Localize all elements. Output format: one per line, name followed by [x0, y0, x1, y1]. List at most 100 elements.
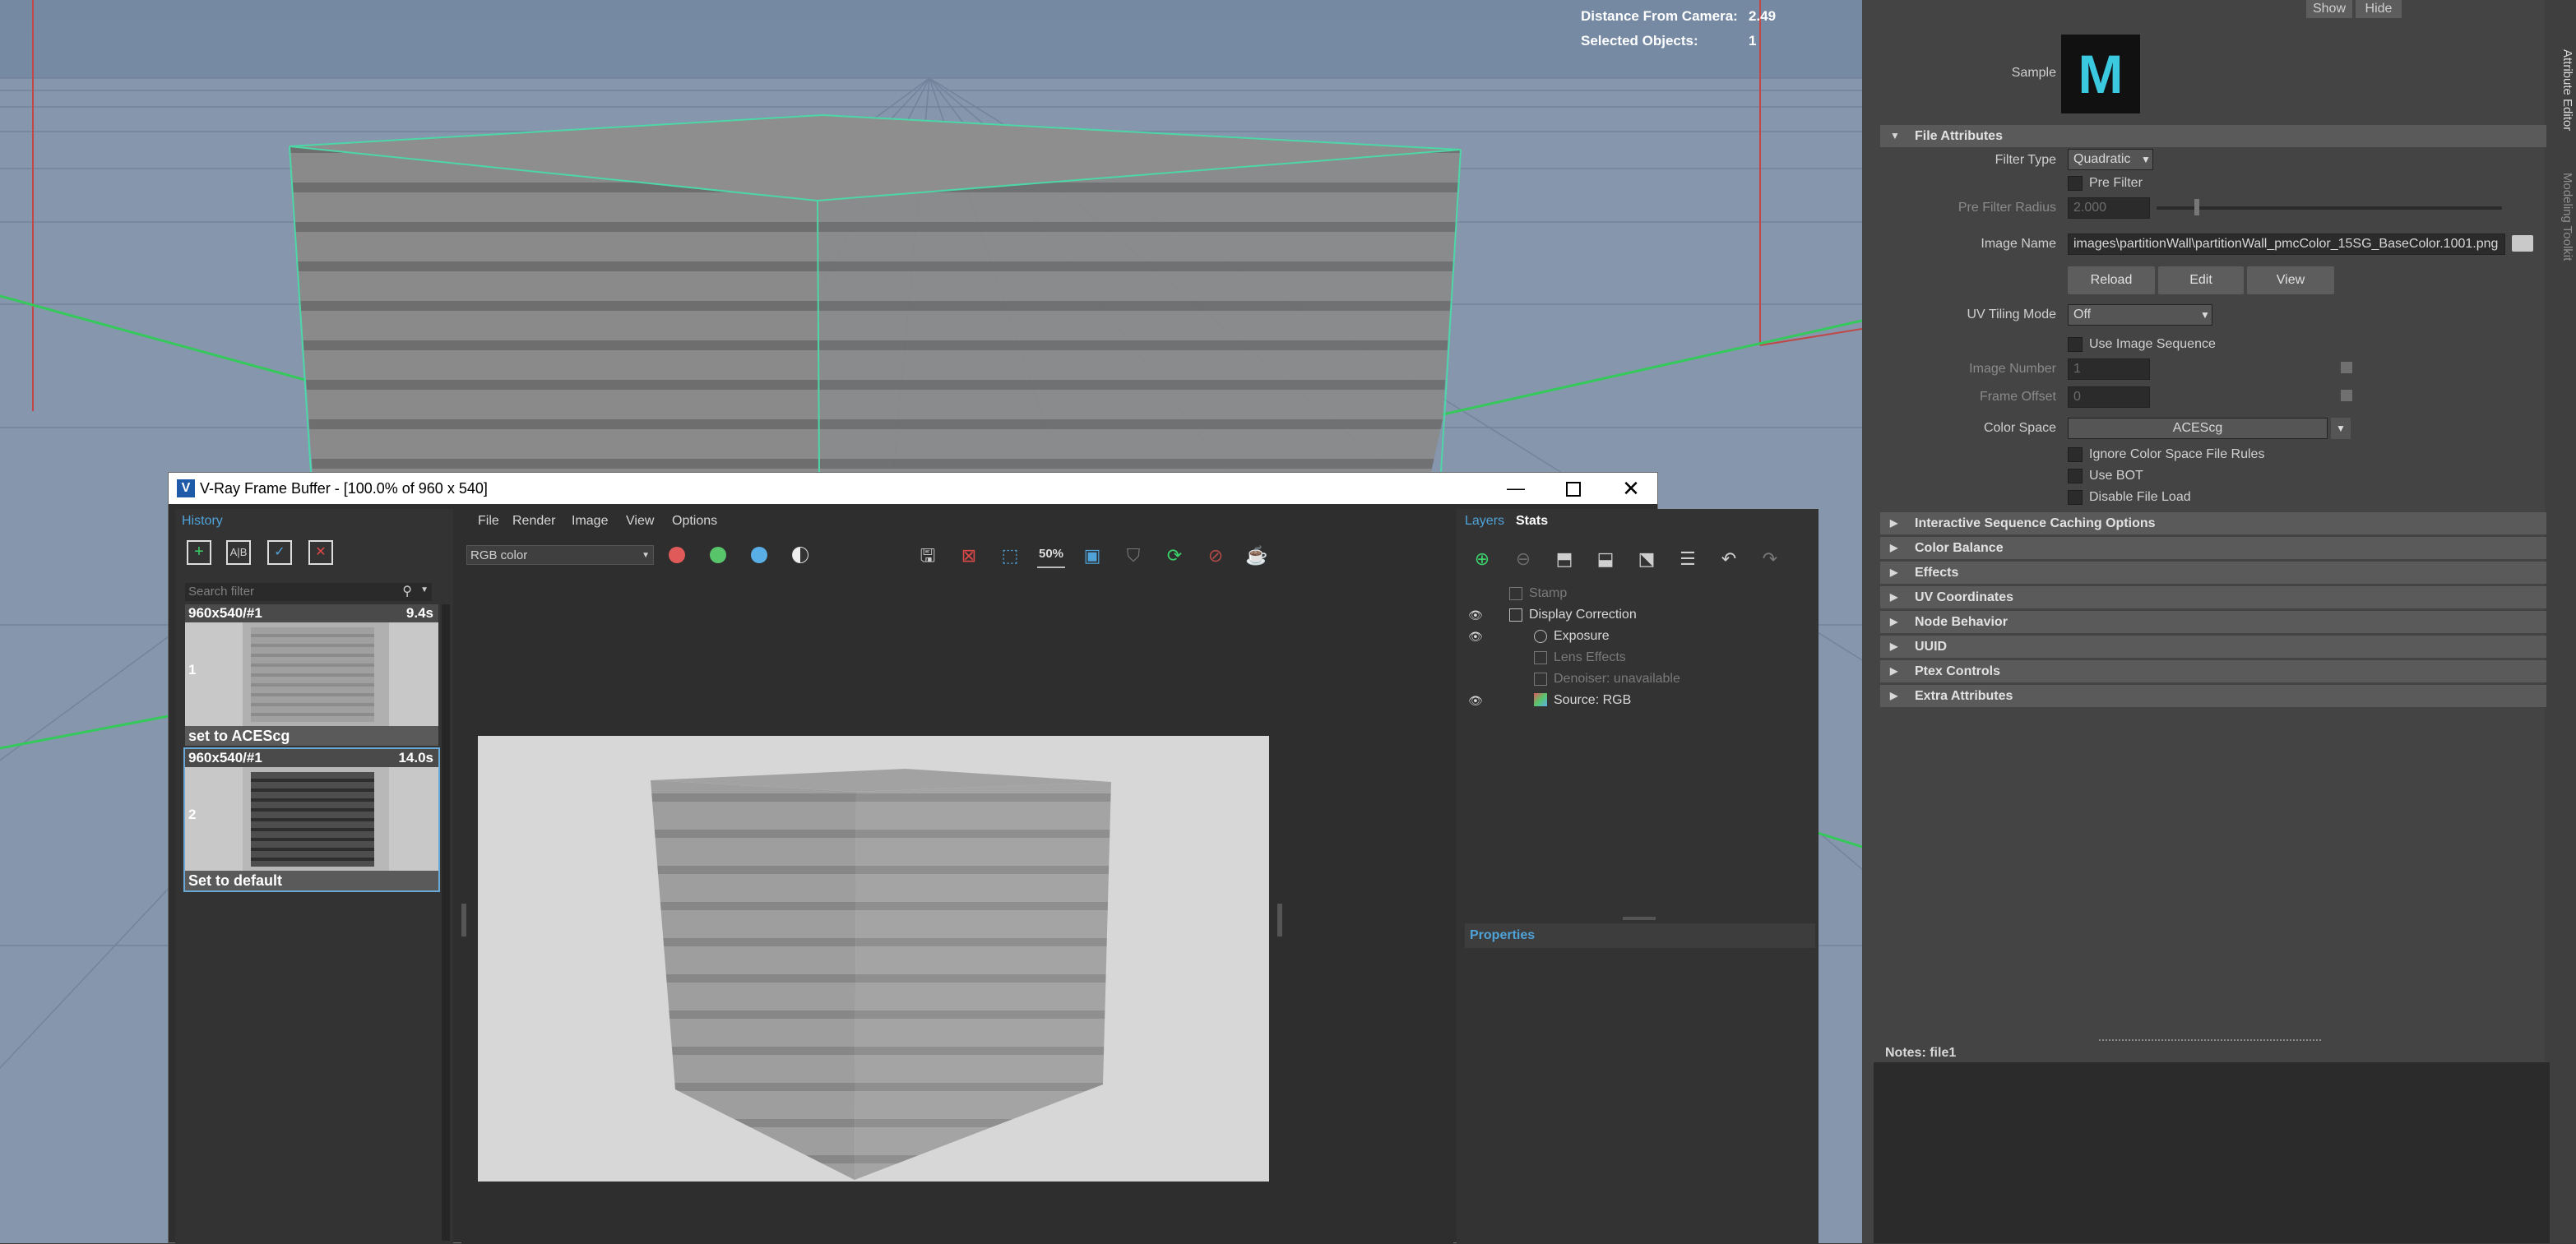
history-item-time: 14.0s	[398, 750, 433, 765]
side-tab-attribute-editor[interactable]: Attribute Editor	[2546, 49, 2574, 164]
eye-icon[interactable]: 👁	[1468, 626, 1483, 647]
green-channel-button[interactable]	[710, 547, 726, 563]
splitter-handle[interactable]	[1277, 904, 1282, 936]
pre-filter-radius-slider[interactable]	[2157, 206, 2502, 210]
interactive-render-icon[interactable]: ⟳	[1161, 542, 1188, 570]
channel-dropdown[interactable]: RGB color ▼	[466, 545, 654, 565]
show-button[interactable]: Show	[2306, 0, 2352, 18]
menu-view[interactable]: View	[626, 514, 654, 529]
section-color-balance[interactable]: ▶ Color Balance	[1880, 537, 2546, 559]
folder-icon[interactable]	[2512, 235, 2533, 252]
image-number-field[interactable]: 1	[2068, 358, 2150, 380]
side-tab-modeling-toolkit[interactable]: Modeling Toolkit	[2546, 173, 2574, 288]
section-uuid[interactable]: ▶ UUID	[1880, 636, 2546, 658]
remove-history-icon[interactable]: ✕	[308, 540, 333, 565]
red-channel-button[interactable]	[669, 547, 685, 563]
checker-icon[interactable]	[2341, 362, 2352, 373]
section-effects[interactable]: ▶ Effects	[1880, 562, 2546, 584]
frame-offset-field[interactable]: 0	[2068, 386, 2150, 408]
layer-row-source-rgb[interactable]: 👁 Source: RGB	[1463, 690, 1814, 711]
hide-button[interactable]: Hide	[2356, 0, 2402, 18]
use-image-sequence-checkbox[interactable]	[2068, 337, 2083, 352]
layer-row-display-correction[interactable]: 👁 Display Correction	[1463, 604, 1814, 626]
layer-row-stamp[interactable]: Stamp	[1463, 583, 1814, 604]
list-icon[interactable]: ☰	[1674, 545, 1702, 573]
splitter-handle[interactable]	[461, 904, 466, 936]
add-layer-icon[interactable]: ⊕	[1468, 545, 1496, 573]
layer-presets-icon[interactable]: ⬔	[1633, 545, 1661, 573]
vfb-title-bar[interactable]: V V-Ray Frame Buffer - [100.0% of 960 x …	[169, 473, 1657, 504]
minimize-icon[interactable]: —	[1499, 474, 1532, 502]
save-layers-icon[interactable]: ⬒	[1550, 545, 1578, 573]
menu-image[interactable]: Image	[572, 514, 608, 529]
render-teapot-icon[interactable]: ☕	[1243, 542, 1271, 570]
edit-button[interactable]: Edit	[2158, 266, 2244, 294]
menu-render[interactable]: Render	[512, 514, 555, 529]
eye-icon[interactable]: 👁	[1468, 604, 1483, 626]
uv-tiling-mode-dropdown[interactable]: Off	[2068, 304, 2212, 326]
vray-logo-icon: V	[177, 479, 195, 497]
history-item[interactable]: 960x540/#1 14.0s 2 Set to default	[183, 747, 440, 892]
color-space-dropdown[interactable]: ACEScg	[2068, 418, 2328, 439]
stop-render-icon[interactable]: ⊘	[1202, 542, 1230, 570]
ignore-cs-rules-checkbox[interactable]	[2068, 447, 2083, 462]
image-name-field[interactable]: images\partitionWall\partitionWall_pmcCo…	[2068, 234, 2505, 255]
load-layers-icon[interactable]: ⬓	[1591, 545, 1619, 573]
pre-filter-checkbox[interactable]	[2068, 176, 2083, 191]
triangle-right-icon: ▶	[1890, 567, 1898, 578]
chevron-down-icon[interactable]: ▼	[2137, 149, 2155, 170]
view-button[interactable]: View	[2247, 266, 2334, 294]
close-icon[interactable]: ✕	[1615, 474, 1647, 502]
zoom-icon[interactable]: 50%	[1037, 547, 1065, 568]
section-extra-attributes[interactable]: ▶ Extra Attributes	[1880, 685, 2546, 707]
save-to-history-icon[interactable]: +	[187, 540, 211, 565]
maximize-icon[interactable]	[1557, 474, 1590, 502]
splitter-handle[interactable]	[1623, 917, 1656, 920]
clear-image-icon[interactable]: ⊠	[955, 542, 983, 570]
slider-handle[interactable]	[2194, 199, 2199, 215]
chevron-down-icon[interactable]: ▼	[2196, 304, 2214, 326]
history-item[interactable]: 960x540/#1 9.4s 1 set to ACEScg	[185, 604, 438, 746]
exposure-icon	[1534, 630, 1547, 643]
section-interactive-sequence-caching[interactable]: ▶ Interactive Sequence Caching Options	[1880, 512, 2546, 534]
undo-icon[interactable]: ↶	[1715, 545, 1743, 573]
layer-row-denoiser[interactable]: Denoiser: unavailable	[1463, 668, 1814, 690]
layer-row-lens-effects[interactable]: Lens Effects	[1463, 647, 1814, 668]
shield-icon[interactable]: ⛉	[1119, 542, 1147, 570]
redo-icon[interactable]: ↷	[1756, 545, 1784, 573]
load-history-icon[interactable]: ✓	[267, 540, 292, 565]
reload-button[interactable]: Reload	[2068, 266, 2155, 294]
delete-layer-icon[interactable]: ⊖	[1509, 545, 1537, 573]
rendered-image[interactable]	[478, 736, 1269, 1182]
section-ptex-controls[interactable]: ▶ Ptex Controls	[1880, 660, 2546, 682]
history-scrollbar[interactable]	[442, 604, 450, 1241]
notes-textarea[interactable]	[1874, 1062, 2550, 1243]
history-tab[interactable]: History	[182, 514, 223, 529]
frame-offset-label: Frame Offset	[1979, 390, 2056, 404]
chevron-down-icon[interactable]: ▼	[420, 585, 429, 594]
alpha-channel-button[interactable]	[792, 547, 808, 563]
ab-compare-icon[interactable]: A|B	[226, 540, 251, 565]
history-item-label: Set to default	[188, 872, 283, 889]
blue-channel-button[interactable]	[751, 547, 767, 563]
history-search-input[interactable]: Search filter ⚲ ▼	[185, 583, 432, 601]
tab-layers[interactable]: Layers	[1465, 514, 1504, 529]
triangle-right-icon: ▶	[1890, 517, 1898, 529]
section-file-attributes[interactable]: ▼ File Attributes	[1880, 125, 2546, 147]
use-bot-checkbox[interactable]	[2068, 469, 2083, 483]
menu-file[interactable]: File	[478, 514, 499, 529]
save-icon[interactable]: 🖫	[914, 542, 942, 570]
section-uv-coordinates[interactable]: ▶ UV Coordinates	[1880, 586, 2546, 608]
tab-stats[interactable]: Stats	[1516, 514, 1548, 529]
layer-row-exposure[interactable]: 👁 Exposure	[1463, 626, 1814, 647]
region-render-icon[interactable]: ⬚	[996, 542, 1024, 570]
disable-file-load-checkbox[interactable]	[2068, 490, 2083, 505]
notes-splitter[interactable]	[2099, 1039, 2321, 1043]
menu-options[interactable]: Options	[672, 514, 717, 529]
checker-icon[interactable]	[2341, 390, 2352, 401]
section-node-behavior[interactable]: ▶ Node Behavior	[1880, 611, 2546, 633]
pre-filter-radius-field[interactable]: 2.000	[2068, 197, 2150, 219]
eye-icon[interactable]: 👁	[1468, 690, 1483, 711]
chevron-down-icon[interactable]: ▼	[2331, 418, 2351, 439]
lens-icon[interactable]: ▣	[1078, 542, 1106, 570]
